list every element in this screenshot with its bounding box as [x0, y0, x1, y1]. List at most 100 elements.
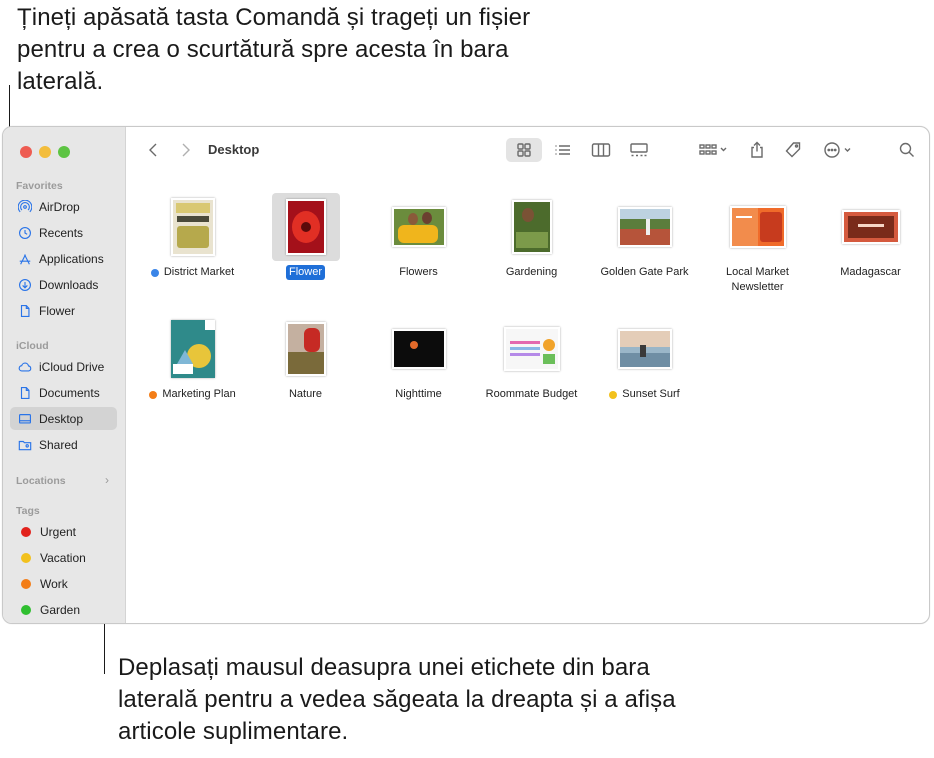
- file-name: Local Market Newsletter: [726, 266, 789, 293]
- file-item-flowers[interactable]: Flowers: [362, 193, 475, 280]
- more-icon[interactable]: [821, 138, 857, 162]
- file-thumbnail: [272, 315, 340, 383]
- file-item-golden-gate-park[interactable]: Golden Gate Park: [588, 193, 701, 280]
- file-item-nature[interactable]: Nature: [249, 315, 362, 402]
- sidebar-item-label: Applications: [39, 251, 104, 266]
- file-thumbnail: [611, 193, 679, 261]
- sidebar-item-label: Desktop: [39, 411, 84, 426]
- file-item-madagascar[interactable]: Madagascar: [814, 193, 927, 280]
- sidebar-item-label: Shared: [39, 437, 78, 452]
- sidebar-item-desktop[interactable]: Desktop: [10, 407, 117, 430]
- file-item-roommate-budget[interactable]: Roommate Budget: [475, 315, 588, 402]
- sidebar-item-flower[interactable]: Flower: [10, 299, 117, 322]
- sidebar-item-label: AirDrop: [39, 199, 80, 214]
- sidebar-tag-garden[interactable]: Garden: [10, 598, 117, 621]
- gallery-view-icon[interactable]: [626, 138, 652, 162]
- sidebar-item-label: Recents: [39, 225, 84, 240]
- file-grid: District Market Flower Flowers Gardening…: [127, 187, 929, 623]
- file-name: Gardening: [505, 266, 558, 278]
- sidebar-item-downloads[interactable]: Downloads: [10, 273, 117, 296]
- yellow-tag-dot-icon: [609, 391, 618, 399]
- file-item-nighttime[interactable]: Nighttime: [362, 315, 475, 402]
- sidebar-item-shared[interactable]: Shared: [10, 433, 117, 456]
- clock-icon: [17, 225, 33, 241]
- spreadsheet-thumbnail-icon: [503, 327, 560, 371]
- file-thumbnail: [159, 315, 227, 383]
- sidebar-tag-vacation[interactable]: Vacation: [10, 546, 117, 569]
- section-tags: Tags: [16, 505, 40, 517]
- file-item-district-market[interactable]: District Market: [136, 193, 249, 280]
- back-icon[interactable]: [145, 141, 161, 159]
- sidebar-item-label: Work: [40, 576, 68, 591]
- file-item-sunset-surf[interactable]: Sunset Surf: [588, 315, 701, 402]
- finder-window: Favorites AirDrop Recents Applications D…: [2, 126, 930, 624]
- orange-tag-dot-icon: [21, 578, 31, 589]
- sidebar-item-airdrop[interactable]: AirDrop: [10, 195, 117, 218]
- file-thumbnail: [611, 315, 679, 383]
- share-icon[interactable]: [745, 138, 769, 162]
- section-favorites: Favorites: [16, 180, 63, 192]
- download-icon: [17, 277, 33, 293]
- green-tag-dot-icon: [21, 604, 31, 615]
- close-button[interactable]: [20, 146, 32, 158]
- file-thumbnail: [498, 193, 566, 261]
- file-name: Flowers: [399, 266, 438, 278]
- tag-icon[interactable]: [781, 138, 805, 162]
- file-name: Golden Gate Park: [600, 266, 689, 278]
- sidebar: Favorites AirDrop Recents Applications D…: [3, 127, 126, 623]
- cloud-icon: [17, 359, 33, 375]
- desktop-icon: [17, 411, 33, 427]
- sidebar-item-icloud-drive[interactable]: iCloud Drive: [10, 355, 117, 378]
- sidebar-tag-urgent[interactable]: Urgent: [10, 520, 117, 543]
- photo-thumbnail-icon: [617, 329, 672, 369]
- forward-icon[interactable]: [178, 141, 194, 159]
- sidebar-item-label: Vacation: [40, 550, 86, 565]
- file-item-marketing-plan[interactable]: Marketing Plan: [136, 315, 249, 402]
- applications-icon: [17, 251, 33, 267]
- pdf-thumbnail-icon: [170, 320, 215, 378]
- window-title: Desktop: [208, 142, 260, 157]
- sidebar-item-documents[interactable]: Documents: [10, 381, 117, 404]
- file-thumbnail: [498, 315, 566, 383]
- airdrop-icon: [17, 199, 33, 215]
- column-view-icon[interactable]: [588, 138, 614, 162]
- minimize-button[interactable]: [39, 146, 51, 158]
- chevron-right-icon[interactable]: ›: [105, 473, 109, 487]
- blue-tag-dot-icon: [150, 269, 159, 277]
- flower-thumbnail-icon: [285, 199, 326, 255]
- file-item-local-market-newsletter[interactable]: Local Market Newsletter: [701, 193, 814, 295]
- poster-thumbnail-icon: [170, 198, 215, 256]
- file-thumbnail: [271, 193, 340, 261]
- sidebar-item-label: Downloads: [39, 277, 99, 292]
- section-icloud: iCloud: [16, 340, 49, 352]
- presentation-thumbnail-icon: [841, 210, 900, 244]
- file-thumbnail: [837, 193, 905, 261]
- search-icon[interactable]: [895, 138, 919, 162]
- document-icon: [17, 385, 33, 401]
- sidebar-item-label: iCloud Drive: [39, 359, 105, 374]
- photo-thumbnail-icon: [617, 207, 672, 247]
- yellow-tag-dot-icon: [21, 552, 31, 563]
- sidebar-item-applications[interactable]: Applications: [10, 247, 117, 270]
- file-item-flower[interactable]: Flower: [249, 193, 362, 280]
- newsletter-thumbnail-icon: [729, 206, 786, 248]
- sidebar-item-recents[interactable]: Recents: [10, 221, 117, 244]
- icon-view-icon[interactable]: [506, 138, 542, 162]
- file-thumbnail: [159, 193, 227, 261]
- group-icon[interactable]: [695, 138, 731, 162]
- sidebar-item-label: Documents: [39, 385, 100, 400]
- sidebar-item-label: Flower: [39, 303, 76, 318]
- file-name: Nighttime: [395, 388, 442, 400]
- red-tag-dot-icon: [21, 526, 31, 537]
- photo-thumbnail-icon: [285, 322, 326, 376]
- file-item-gardening[interactable]: Gardening: [475, 193, 588, 280]
- list-view-icon[interactable]: [550, 138, 576, 162]
- photo-thumbnail-icon: [511, 200, 552, 254]
- zoom-button[interactable]: [58, 146, 70, 158]
- file-name: Marketing Plan: [162, 388, 236, 400]
- file-name: Roommate Budget: [485, 388, 578, 400]
- sidebar-tag-work[interactable]: Work: [10, 572, 117, 595]
- shared-folder-icon: [17, 437, 33, 453]
- window-controls: [20, 146, 70, 158]
- sidebar-item-label: Garden: [40, 602, 81, 617]
